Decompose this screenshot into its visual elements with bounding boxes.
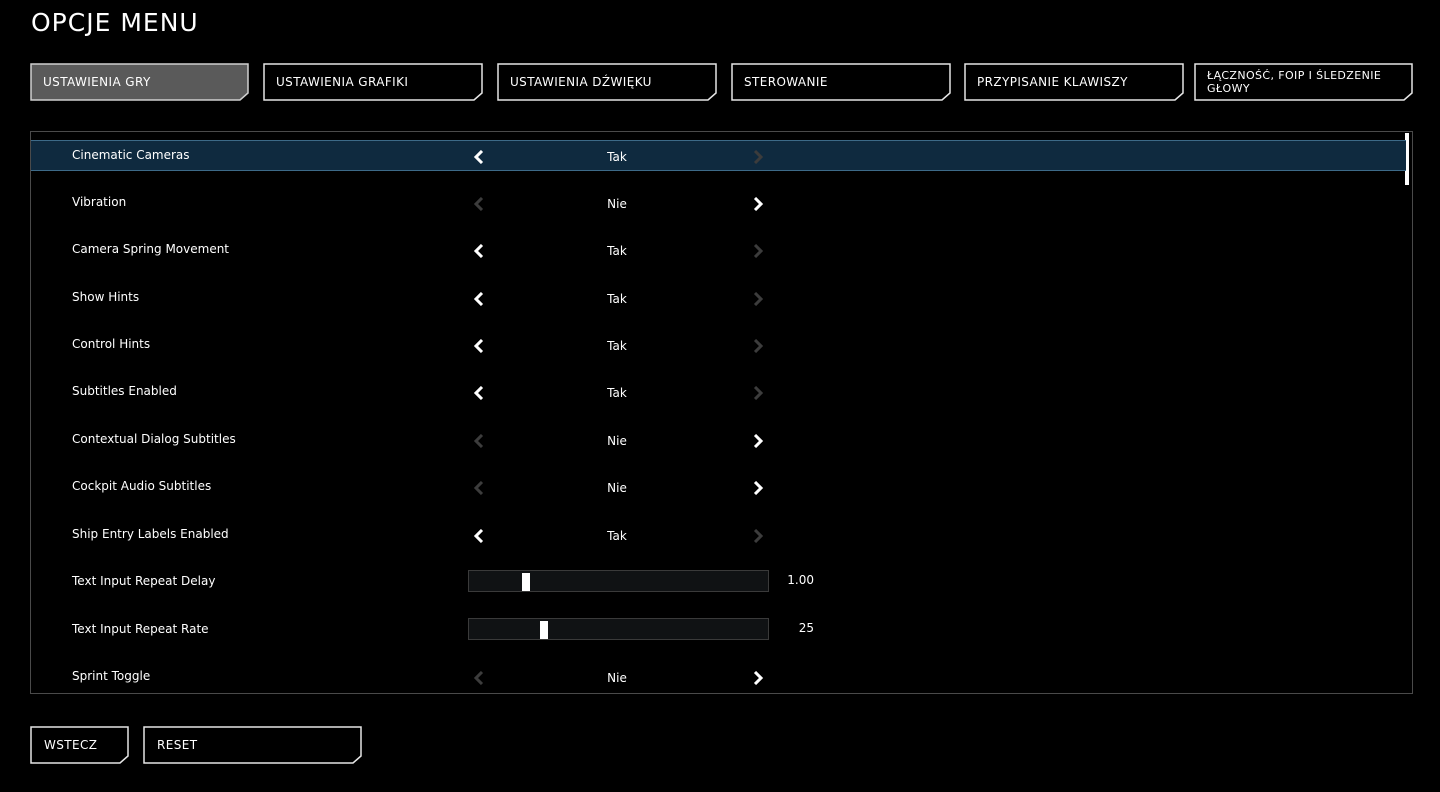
setting-label: Show Hints	[72, 290, 140, 304]
setting-label: Vibration	[72, 195, 127, 209]
reset-button[interactable]: RESET	[143, 726, 362, 764]
chevron-right-icon[interactable]	[751, 291, 765, 307]
chevron-right-icon[interactable]	[751, 528, 765, 544]
setting-value: Tak	[607, 386, 627, 400]
chevron-left-icon[interactable]	[472, 149, 486, 165]
setting-value: Tak	[607, 292, 627, 306]
setting-label: Ship Entry Labels Enabled	[72, 527, 229, 541]
reset-button-label: RESET	[157, 738, 198, 752]
setting-value: Nie	[607, 671, 627, 685]
chevron-right-icon[interactable]	[751, 385, 765, 401]
setting-value: Nie	[607, 434, 627, 448]
setting-row[interactable]: Contextual Dialog Subtitles Nie	[31, 425, 1406, 456]
setting-row[interactable]: Show Hints Tak	[31, 283, 1406, 314]
setting-label: Subtitles Enabled	[72, 384, 177, 398]
chevron-left-icon[interactable]	[472, 433, 486, 449]
chevron-right-icon[interactable]	[751, 433, 765, 449]
slider-value: 25	[798, 621, 814, 635]
setting-row[interactable]: Ship Entry Labels Enabled Tak	[31, 520, 1406, 551]
chevron-right-icon[interactable]	[751, 243, 765, 259]
chevron-left-icon[interactable]	[472, 385, 486, 401]
setting-label: Sprint Toggle	[72, 669, 151, 683]
chevron-right-icon[interactable]	[751, 670, 765, 686]
setting-value: Tak	[607, 150, 627, 164]
setting-row[interactable]: Cockpit Audio Subtitles Nie	[31, 472, 1406, 503]
tab-game-settings[interactable]: USTAWIENIA GRY	[30, 63, 249, 101]
slider-track[interactable]	[468, 570, 769, 592]
setting-label: Contextual Dialog Subtitles	[72, 432, 236, 446]
tab-key-bindings[interactable]: PRZYPISANIE KLAWISZY	[964, 63, 1184, 101]
setting-label: Text Input Repeat Delay	[72, 574, 216, 588]
setting-value: Tak	[607, 244, 627, 258]
setting-value: Tak	[607, 339, 627, 353]
back-button[interactable]: WSTECZ	[30, 726, 129, 764]
tab-sound-settings[interactable]: USTAWIENIA DŹWIĘKU	[497, 63, 717, 101]
tab-graphics-settings[interactable]: USTAWIENIA GRAFIKI	[263, 63, 483, 101]
setting-label: Cockpit Audio Subtitles	[72, 479, 212, 493]
setting-row[interactable]: Text Input Repeat Rate 25	[31, 615, 1406, 646]
setting-value: Nie	[607, 197, 627, 211]
chevron-left-icon[interactable]	[472, 196, 486, 212]
slider-value: 1.00	[787, 573, 814, 587]
chevron-right-icon[interactable]	[751, 196, 765, 212]
chevron-left-icon[interactable]	[472, 480, 486, 496]
setting-row[interactable]: Cinematic Cameras Tak	[31, 140, 1406, 171]
back-button-label: WSTECZ	[44, 738, 98, 752]
tab-controls[interactable]: STEROWANIE	[731, 63, 951, 101]
slider-track[interactable]	[468, 618, 769, 640]
chevron-right-icon[interactable]	[751, 149, 765, 165]
setting-row[interactable]: Text Input Repeat Delay 1.00	[31, 567, 1406, 598]
tab-label: STEROWANIE	[744, 75, 828, 89]
setting-row[interactable]: Control Hints Tak	[31, 330, 1406, 361]
setting-label: Camera Spring Movement	[72, 242, 230, 256]
tab-label: USTAWIENIA GRAFIKI	[276, 75, 409, 89]
tab-label: USTAWIENIA DŹWIĘKU	[510, 75, 652, 89]
setting-row[interactable]: Sprint Toggle Nie	[31, 662, 1406, 693]
settings-panel: Cinematic Cameras Tak Vibration Nie Camera S…	[30, 131, 1413, 694]
setting-value: Nie	[607, 481, 627, 495]
setting-row[interactable]: Camera Spring Movement Tak	[31, 235, 1406, 266]
setting-value: Tak	[607, 529, 627, 543]
chevron-right-icon[interactable]	[751, 480, 765, 496]
chevron-left-icon[interactable]	[472, 338, 486, 354]
setting-label: Text Input Repeat Rate	[72, 622, 209, 636]
slider-thumb[interactable]	[540, 621, 548, 639]
chevron-right-icon[interactable]	[751, 338, 765, 354]
chevron-left-icon[interactable]	[472, 243, 486, 259]
tab-label: ŁĄCZNOŚĆ, FOIP I ŚLEDZENIE GŁOWY	[1207, 69, 1382, 95]
tab-label: PRZYPISANIE KLAWISZY	[977, 75, 1128, 89]
chevron-left-icon[interactable]	[472, 291, 486, 307]
setting-row[interactable]: Subtitles Enabled Tak	[31, 377, 1406, 408]
slider-thumb[interactable]	[522, 573, 530, 591]
tab-label: USTAWIENIA GRY	[43, 75, 151, 89]
page-title: OPCJE MENU	[31, 8, 199, 37]
chevron-left-icon[interactable]	[472, 528, 486, 544]
chevron-left-icon[interactable]	[472, 670, 486, 686]
tab-comms-foip-headtracking[interactable]: ŁĄCZNOŚĆ, FOIP I ŚLEDZENIE GŁOWY	[1194, 63, 1413, 101]
setting-label: Control Hints	[72, 337, 151, 351]
setting-label: Cinematic Cameras	[72, 148, 190, 162]
setting-row[interactable]: Vibration Nie	[31, 188, 1406, 219]
